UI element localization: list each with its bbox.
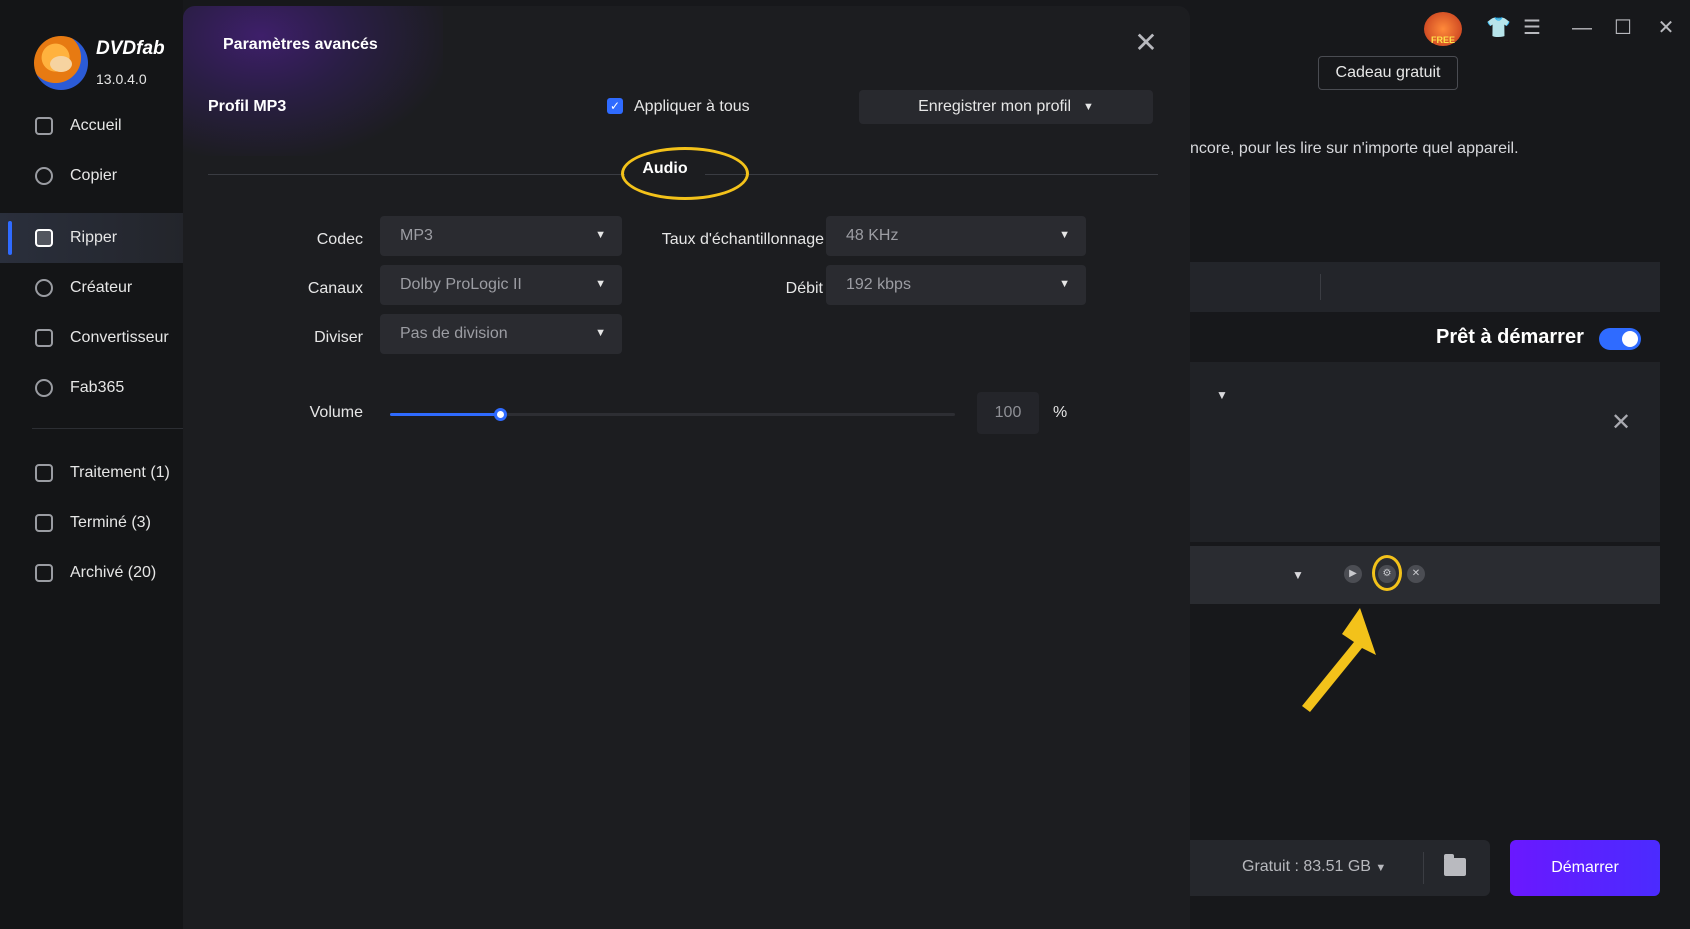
task-list-icon xyxy=(35,464,53,482)
chevron-down-icon: ▼ xyxy=(1375,862,1387,874)
sidebar-item-termine[interactable]: Terminé (3) xyxy=(0,498,183,548)
sidebar: DVDfab 13.0.4.0 Accueil Copier Ripper Cr… xyxy=(0,0,183,929)
close-icon[interactable]: ✕ xyxy=(1133,29,1159,57)
dvdfab-logo xyxy=(34,36,88,90)
sidebar-item-accueil[interactable]: Accueil xyxy=(0,101,183,151)
ripper-icon xyxy=(35,229,53,247)
sidebar-item-label: Accueil xyxy=(70,117,122,134)
sidebar-item-traitement[interactable]: Traitement (1) xyxy=(0,448,183,498)
split-select[interactable]: Pas de division ▼ xyxy=(380,314,622,354)
bitrate-value: 192 kbps xyxy=(846,276,911,293)
codec-value: MP3 xyxy=(400,227,433,244)
sidebar-item-label: Convertisseur xyxy=(70,329,169,346)
bar-divider xyxy=(1423,852,1424,884)
sidebar-item-label: Copier xyxy=(70,167,118,184)
channels-label: Canaux xyxy=(307,280,363,297)
sidebar-item-archive[interactable]: Archivé (20) xyxy=(0,548,183,598)
highlight-ring xyxy=(1372,555,1402,591)
fab365-icon xyxy=(35,379,53,397)
film-icon xyxy=(35,329,53,347)
highlight-ring xyxy=(621,147,749,200)
sidebar-item-label: Fab365 xyxy=(70,379,125,396)
sidebar-item-copier[interactable]: Copier xyxy=(0,151,183,201)
ready-label: Prêt à démarrer xyxy=(1436,326,1584,348)
minimize-icon[interactable]: — xyxy=(1572,18,1592,38)
ripper-description: ncore, pour les lire sur n'importe quel … xyxy=(1190,140,1519,157)
toolbar-strip xyxy=(1190,262,1660,312)
sidebar-item-label: Créateur xyxy=(70,279,133,296)
window-close-icon[interactable]: ✕ xyxy=(1656,18,1676,38)
dialog-title: Paramètres avancés xyxy=(223,36,378,53)
profile-label: Profil MP3 xyxy=(208,98,287,115)
brand-name: DVDfab xyxy=(96,38,165,59)
split-label: Diviser xyxy=(314,329,363,346)
dialog-glow xyxy=(183,6,443,156)
sidebar-item-convertisseur[interactable]: Convertisseur xyxy=(0,313,183,363)
sidebar-item-fab365[interactable]: Fab365 xyxy=(0,363,183,413)
sidebar-divider xyxy=(32,428,183,429)
codec-label: Codec xyxy=(316,231,363,248)
sidebar-item-label: Archivé (20) xyxy=(70,564,157,581)
chevron-down-icon: ▼ xyxy=(595,278,606,290)
play-icon[interactable]: ▶ xyxy=(1344,565,1362,583)
start-button[interactable]: Démarrer xyxy=(1510,840,1660,896)
codec-select[interactable]: MP3 ▼ xyxy=(380,216,622,256)
audio-track-row xyxy=(1190,546,1660,604)
creator-disc-icon xyxy=(35,279,53,297)
apply-all-checkbox[interactable]: ✓ xyxy=(607,98,623,114)
free-space-value: Gratuit : 83.51 GB xyxy=(1242,858,1371,875)
free-gift-button[interactable]: Cadeau gratuit xyxy=(1318,56,1458,90)
sample-rate-select[interactable]: 48 KHz ▼ xyxy=(826,216,1086,256)
home-icon xyxy=(35,117,53,135)
maximize-icon[interactable]: ☐ xyxy=(1613,18,1633,38)
channels-value: Dolby ProLogic II xyxy=(400,276,522,293)
menu-icon[interactable]: ☰ xyxy=(1522,18,1542,38)
dvdfab-window: DVDfab 13.0.4.0 Accueil Copier Ripper Cr… xyxy=(0,0,1690,929)
free-space-select[interactable]: Gratuit : 83.51 GB ▼ xyxy=(1242,858,1386,876)
folder-icon[interactable] xyxy=(1444,854,1466,876)
volume-slider-fill xyxy=(390,413,501,416)
bitrate-select[interactable]: 192 kbps ▼ xyxy=(826,265,1086,305)
volume-label: Volume xyxy=(309,404,363,421)
chevron-down-icon: ▼ xyxy=(1059,278,1070,290)
sidebar-item-label: Traitement (1) xyxy=(70,464,170,481)
sample-rate-value: 48 KHz xyxy=(846,227,899,244)
channels-select[interactable]: Dolby ProLogic II ▼ xyxy=(380,265,622,305)
bitrate-label: Débit xyxy=(785,280,823,297)
clipboard-check-icon xyxy=(35,514,53,532)
free-gift-icon[interactable]: FREE xyxy=(1424,12,1462,46)
delete-icon[interactable]: ✕ xyxy=(1407,565,1425,583)
save-profile-dropdown[interactable]: Enregistrer mon profil ▼ xyxy=(859,90,1153,124)
chevron-down-icon: ▼ xyxy=(595,327,606,339)
remove-title-icon[interactable]: ✕ xyxy=(1611,408,1631,437)
sidebar-item-ripper[interactable]: Ripper xyxy=(0,213,183,263)
advanced-settings-dialog: Paramètres avancés ✕ Profil MP3 ✓ Appliq… xyxy=(183,6,1190,929)
sample-rate-label: Taux d'échantillonnage xyxy=(661,231,824,248)
sidebar-item-createur[interactable]: Créateur xyxy=(0,263,183,313)
sidebar-item-label: Ripper xyxy=(70,229,118,246)
app-version: 13.0.4.0 xyxy=(96,71,147,87)
chevron-down-icon[interactable]: ▼ xyxy=(1292,568,1304,582)
save-profile-label: Enregistrer mon profil xyxy=(918,98,1072,115)
ready-toggle[interactable] xyxy=(1599,328,1641,350)
chevron-down-icon: ▼ xyxy=(1059,229,1070,241)
chevron-down-icon: ▼ xyxy=(1083,101,1094,113)
tshirt-icon[interactable]: 👕 xyxy=(1486,18,1511,38)
title-panel xyxy=(1190,362,1660,542)
sidebar-item-label: Terminé (3) xyxy=(70,514,151,531)
chevron-down-icon: ▼ xyxy=(595,229,606,241)
archive-box-icon xyxy=(35,564,53,582)
disc-copy-icon xyxy=(35,167,53,185)
volume-input[interactable]: 100 xyxy=(977,392,1039,434)
split-value: Pas de division xyxy=(400,325,508,342)
volume-slider-handle[interactable] xyxy=(494,408,508,421)
chevron-down-icon[interactable]: ▼ xyxy=(1216,388,1228,402)
volume-unit: % xyxy=(1053,404,1068,421)
annotation-arrow xyxy=(1302,608,1376,712)
volume-slider[interactable] xyxy=(390,408,955,421)
apply-all-label[interactable]: Appliquer à tous xyxy=(634,98,750,116)
